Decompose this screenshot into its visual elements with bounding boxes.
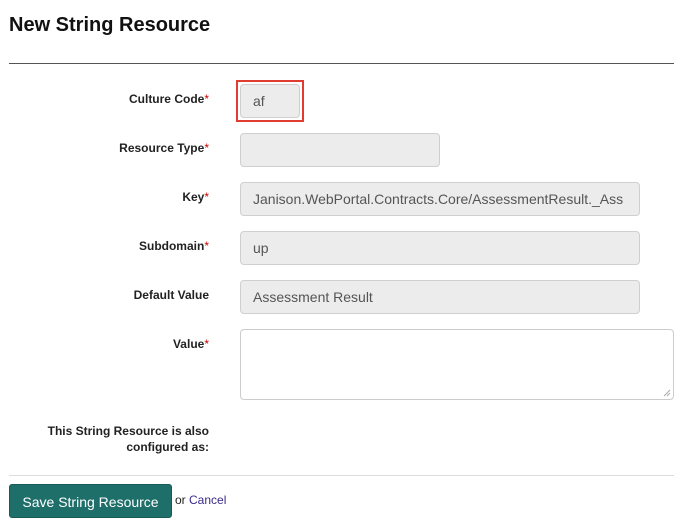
value-label-text: Value bbox=[172, 337, 205, 351]
culture-code-label-text: Culture Code bbox=[128, 92, 205, 106]
subdomain-field[interactable]: up bbox=[240, 231, 640, 265]
configured-as-line2: configured as: bbox=[126, 440, 209, 454]
default-value-label-text: Default Value bbox=[133, 288, 209, 302]
configured-as-label: This String Resource is also configured … bbox=[0, 423, 209, 455]
default-value-value: Assessment Result bbox=[253, 289, 373, 305]
subdomain-value: up bbox=[253, 240, 269, 256]
required-marker: * bbox=[204, 190, 209, 204]
subdomain-label-text: Subdomain bbox=[138, 239, 205, 253]
resize-grip-icon[interactable] bbox=[663, 389, 671, 397]
culture-code-value: af bbox=[253, 93, 265, 109]
cancel-link[interactable]: Cancel bbox=[189, 493, 226, 507]
key-label-text: Key bbox=[182, 190, 205, 204]
subdomain-label: Subdomain* bbox=[0, 238, 209, 254]
new-string-resource-page: New String Resource Culture Code* af Res… bbox=[0, 0, 682, 528]
configured-as-line1: This String Resource is also bbox=[47, 424, 209, 438]
or-text: or bbox=[175, 493, 186, 507]
key-label: Key* bbox=[0, 189, 209, 205]
actions-divider bbox=[9, 475, 674, 476]
value-label: Value* bbox=[0, 336, 209, 352]
title-divider bbox=[9, 63, 674, 64]
resource-type-label: Resource Type* bbox=[0, 140, 209, 156]
resource-type-label-text: Resource Type bbox=[119, 141, 205, 155]
save-string-resource-button[interactable]: Save String Resource bbox=[9, 484, 172, 518]
culture-code-field[interactable]: af bbox=[240, 84, 300, 118]
key-field[interactable]: Janison.WebPortal.Contracts.Core/Assessm… bbox=[240, 182, 640, 216]
key-value: Janison.WebPortal.Contracts.Core/Assessm… bbox=[253, 191, 624, 207]
page-title: New String Resource bbox=[9, 14, 211, 36]
resource-type-field[interactable] bbox=[240, 133, 440, 167]
required-marker: * bbox=[204, 141, 209, 155]
value-textarea[interactable] bbox=[240, 329, 674, 400]
required-marker: * bbox=[204, 337, 209, 351]
culture-code-label: Culture Code* bbox=[0, 91, 209, 107]
required-marker: * bbox=[204, 239, 209, 253]
default-value-label: Default Value bbox=[0, 287, 209, 303]
required-marker: * bbox=[204, 92, 209, 106]
default-value-field[interactable]: Assessment Result bbox=[240, 280, 640, 314]
